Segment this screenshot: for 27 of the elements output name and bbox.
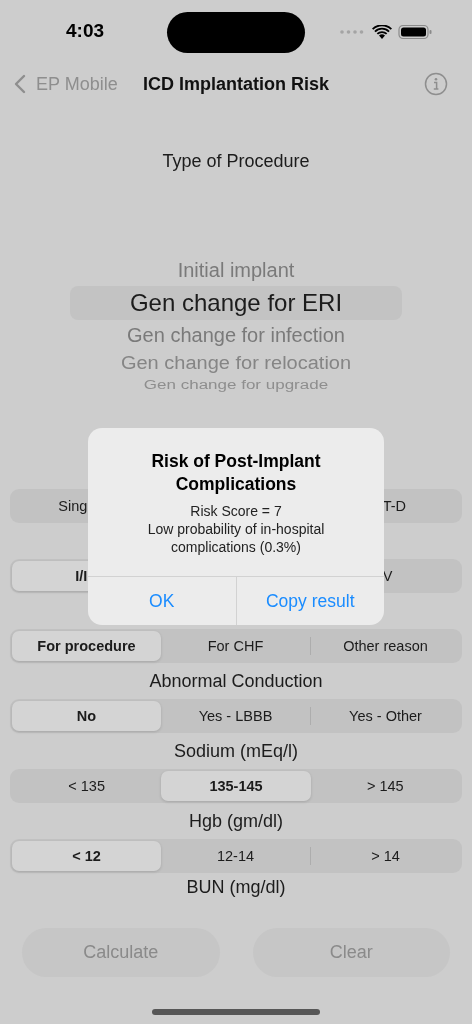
battery-icon	[398, 24, 432, 40]
section-label: Hgb (gm/dl)	[189, 810, 283, 832]
section-label: BUN (mg/dl)	[186, 876, 286, 898]
alert-message: Low probability of in-hospital complications (0.3%)	[146, 520, 326, 556]
info-icon[interactable]	[424, 72, 448, 96]
segment-option[interactable]: > 14	[311, 841, 460, 871]
segment-option[interactable]: < 12	[12, 841, 161, 871]
status-time: 4:03	[66, 20, 105, 42]
segment-option[interactable]: Yes - LBBB	[161, 701, 310, 731]
segment-option[interactable]: 135-145	[161, 771, 311, 801]
segment-option[interactable]: Other reason	[311, 631, 460, 661]
screen-title: ICD Implantation Risk	[143, 73, 330, 95]
section-label: Type of Procedure	[161, 151, 311, 173]
segment-option[interactable]: 12-14	[161, 841, 310, 871]
alert-message: Risk Score = 7	[189, 502, 283, 520]
segment-option[interactable]: Yes - Other	[311, 701, 460, 731]
section-label: Sodium (mEq/l)	[174, 740, 298, 762]
segment-option[interactable]: < 135	[12, 771, 162, 801]
picker-selected-item[interactable]: Gen change for ERI	[70, 286, 402, 320]
signal-icon	[340, 30, 364, 34]
segment-option[interactable]: For procedure	[12, 631, 161, 661]
segment-option[interactable]: > 145	[310, 771, 460, 801]
wifi-icon	[372, 24, 392, 40]
segment-option[interactable]: For CHF	[161, 631, 310, 661]
chevron-left-icon	[14, 74, 26, 94]
segment-option[interactable]: No	[12, 701, 161, 731]
section-label: Abnormal Conduction	[149, 670, 323, 692]
